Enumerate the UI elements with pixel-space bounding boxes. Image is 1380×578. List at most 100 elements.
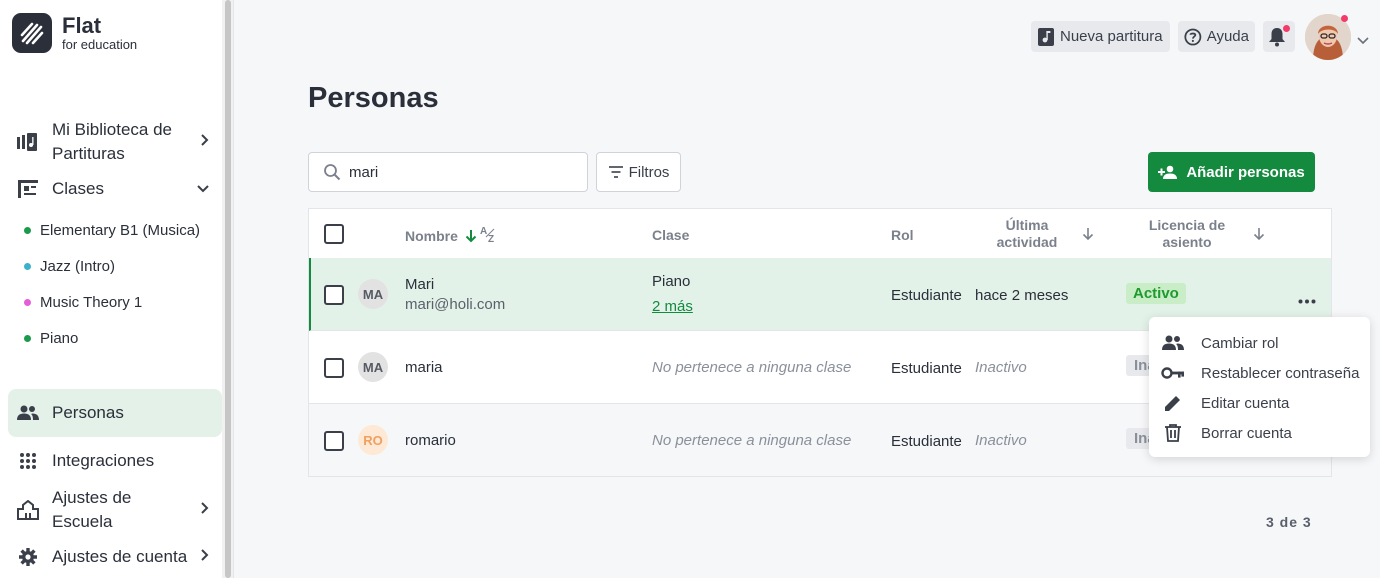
user-role: Estudiante: [891, 287, 962, 304]
row-actions-menu: Cambiar rol Restablecer contraseña Edita…: [1149, 317, 1370, 457]
menu-item-label: Editar cuenta: [1201, 394, 1290, 412]
search-box[interactable]: [308, 152, 588, 192]
column-header-role[interactable]: Rol: [891, 227, 914, 243]
row-checkbox[interactable]: [324, 285, 344, 305]
sidebar-item-label: Personas: [52, 403, 124, 422]
row-checkbox[interactable]: [324, 358, 344, 378]
sidebar: Flat for education Mi Biblioteca de Part…: [0, 0, 222, 578]
more-classes-link[interactable]: 2 más: [652, 298, 693, 315]
trash-icon: [1161, 424, 1185, 442]
sidebar-class-item[interactable]: Jazz (Intro): [24, 258, 115, 275]
new-score-label: Nueva partitura: [1060, 28, 1163, 45]
class-color-dot: [24, 299, 31, 306]
sort-az-icon: AZ: [480, 226, 495, 243]
change-role-menu-item[interactable]: Cambiar rol: [1149, 328, 1370, 358]
sidebar-item-library[interactable]: Mi Biblioteca de Partituras: [8, 117, 222, 167]
column-header-class[interactable]: Clase: [652, 227, 689, 243]
user-role: Estudiante: [891, 433, 962, 450]
apps-grid-icon: [16, 449, 40, 473]
class-label: Elementary B1 (Musica): [40, 222, 201, 239]
pagination-count: 3 de 3: [1266, 514, 1312, 530]
filter-icon: [608, 166, 623, 178]
brand-tagline: for education: [62, 37, 138, 52]
license-status-badge: Activo: [1126, 283, 1186, 304]
chevron-right-icon: [200, 132, 210, 152]
menu-item-label: Restablecer contraseña: [1201, 364, 1360, 382]
user-role: Estudiante: [891, 360, 962, 377]
sort-arrow-icon[interactable]: [1082, 227, 1094, 241]
search-icon: [324, 164, 341, 181]
edit-account-menu-item[interactable]: Editar cuenta: [1149, 388, 1370, 418]
avatar: MA: [358, 279, 388, 309]
menu-item-label: Borrar cuenta: [1201, 424, 1292, 442]
sidebar-item-label: Mi Biblioteca de Partituras: [52, 120, 173, 163]
sidebar-item-account-settings[interactable]: Ajustes de cuenta: [8, 545, 222, 569]
user-name: Mari: [405, 276, 435, 293]
class-color-dot: [24, 335, 31, 342]
more-options-icon[interactable]: [1298, 291, 1316, 309]
flat-logo-icon: [12, 13, 52, 53]
score-icon: [1038, 27, 1054, 46]
sort-down-arrow-icon: [465, 230, 477, 243]
people-icon: [16, 401, 40, 425]
sidebar-class-item[interactable]: Elementary B1 (Musica): [24, 222, 200, 239]
chevron-down-icon: [196, 179, 210, 199]
delete-account-menu-item[interactable]: Borrar cuenta: [1149, 418, 1370, 448]
brand-name: Flat: [62, 13, 102, 38]
page-title: Personas: [308, 82, 439, 114]
column-header-name[interactable]: Nombre AZ: [405, 226, 500, 244]
class-color-dot: [24, 263, 31, 270]
class-name: No pertenece a ninguna clase: [652, 432, 852, 449]
class-label: Piano: [40, 330, 79, 347]
scrollbar-thumb[interactable]: [225, 0, 231, 578]
people-icon: [1161, 335, 1185, 351]
avatar: RO: [358, 425, 388, 455]
reset-password-menu-item[interactable]: Restablecer contraseña: [1149, 358, 1370, 388]
row-checkbox[interactable]: [324, 431, 344, 451]
notification-badge: [1283, 25, 1290, 32]
svg-text:A: A: [480, 226, 487, 237]
column-header-label: Última: [1005, 217, 1049, 233]
add-people-button[interactable]: Añadir personas: [1148, 152, 1315, 192]
column-header-last-activity[interactable]: Última actividad: [987, 217, 1067, 251]
last-activity: Inactivo: [975, 359, 1027, 376]
sidebar-class-item[interactable]: Piano: [24, 330, 78, 347]
status-dot: [1341, 15, 1348, 22]
pencil-icon: [1161, 394, 1185, 412]
sidebar-class-item[interactable]: Music Theory 1: [24, 294, 142, 311]
filters-button[interactable]: Filtros: [596, 152, 681, 192]
table-header: Nombre AZ Clase Rol Última actividad Lic…: [309, 209, 1331, 259]
gear-icon: [16, 545, 40, 569]
sidebar-scrollbar[interactable]: [222, 0, 234, 578]
sidebar-item-integrations[interactable]: Integraciones: [8, 449, 222, 473]
class-label: Jazz (Intro): [40, 258, 116, 275]
sort-arrow-icon[interactable]: [1253, 227, 1265, 241]
sidebar-item-label: Ajustes de cuenta: [52, 547, 188, 566]
school-icon: [16, 498, 40, 522]
avatar: MA: [358, 352, 388, 382]
class-name: No pertenece a ninguna clase: [652, 359, 852, 376]
library-icon: [16, 130, 40, 154]
brand-logo[interactable]: Flat for education: [12, 13, 137, 53]
add-people-label: Añadir personas: [1186, 163, 1305, 181]
chevron-down-icon[interactable]: [1357, 32, 1369, 50]
column-header-license[interactable]: Licencia de asiento: [1139, 217, 1235, 251]
last-activity: Inactivo: [975, 432, 1027, 449]
sidebar-item-school-settings[interactable]: Ajustes de Escuela: [8, 485, 222, 535]
select-all-checkbox[interactable]: [324, 224, 344, 244]
sidebar-item-label: Integraciones: [52, 451, 155, 470]
svg-text:Z: Z: [488, 234, 494, 243]
search-input[interactable]: [349, 163, 569, 181]
key-icon: [1161, 367, 1185, 379]
column-header-label: asiento: [1162, 234, 1212, 250]
sidebar-item-classes[interactable]: Clases: [8, 177, 222, 201]
add-person-icon: [1158, 165, 1178, 179]
new-score-button[interactable]: Nueva partitura: [1031, 21, 1170, 52]
column-header-label: Licencia de: [1148, 217, 1226, 233]
menu-item-label: Cambiar rol: [1201, 334, 1279, 352]
help-button[interactable]: Ayuda: [1178, 21, 1255, 52]
class-label: Music Theory 1: [40, 294, 143, 311]
notifications-button[interactable]: [1263, 21, 1295, 52]
help-icon: [1184, 28, 1202, 45]
sidebar-item-people[interactable]: Personas: [8, 389, 222, 437]
